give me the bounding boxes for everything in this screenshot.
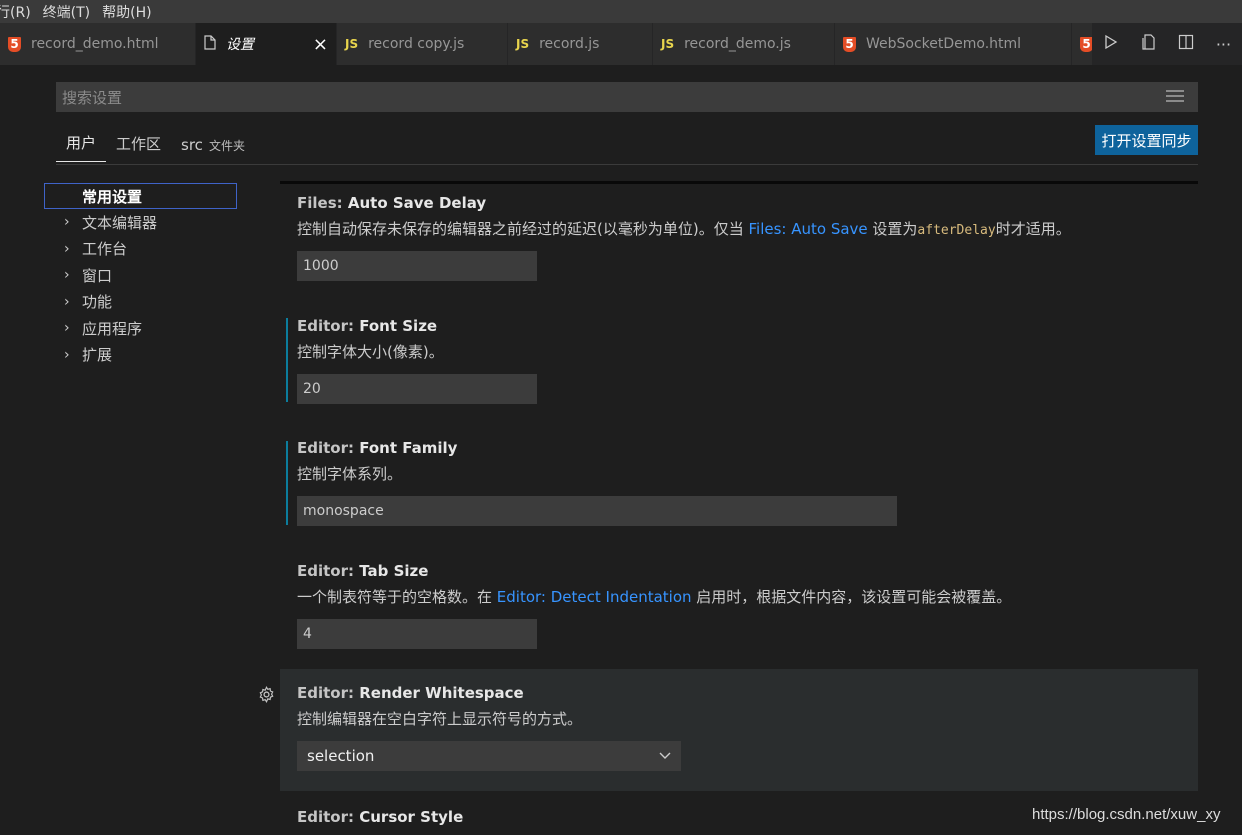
tab-label: 设置 [226,37,254,53]
modified-indicator [286,318,288,402]
file-icon [204,35,216,53]
font-family-input[interactable]: monospace [297,496,897,526]
js-icon: JS [345,37,359,51]
setting-description: 控制自动保存未保存的编辑器之前经过的延迟(以毫秒为单位)。仅当 Files: A… [297,220,1071,238]
setting-title: Editor: Font Size [297,317,438,335]
toc-label: 功能 [82,293,113,312]
html5-icon: 5 [8,36,21,52]
settings-toc: 常用设置 › 文本编辑器 › 工作台 › 窗口 › 功能 › 应用程序 › 扩展 [44,183,237,368]
search-placeholder: 搜索设置 [62,88,123,107]
editor-tab-bar: 5 record_demo.html 设置 × JS record copy.j… [0,23,1242,65]
setting-link[interactable]: Files: Auto Save [748,220,867,238]
toc-item-workbench[interactable]: › 工作台 [44,236,237,263]
toc-item-common[interactable]: 常用设置 [44,183,237,209]
folder-suffix: 文件夹 [208,139,245,153]
setting-auto-save-delay: Files: Auto Save Delay 控制自动保存未保存的编辑器之前经过… [297,194,1071,281]
setting-description: 一个制表符等于的空格数。在 Editor: Detect Indentation… [297,588,1012,606]
gear-icon[interactable] [258,686,275,707]
chevron-right-icon: › [64,293,70,310]
editor-actions: ··· [1092,23,1242,65]
toc-item-application[interactable]: › 应用程序 [44,315,237,342]
tab-label: record_demo.html [31,36,159,52]
tab-record-js[interactable]: JS record.js [508,23,653,65]
render-whitespace-select[interactable]: selection [297,741,681,771]
toc-label: 窗口 [82,266,113,285]
divider [56,164,1198,165]
tab-record-demo-js[interactable]: JS record_demo.js [653,23,835,65]
setting-font-family: Editor: Font Family 控制字体系列。 monospace [297,439,897,526]
toc-item-extensions[interactable]: › 扩展 [44,342,237,369]
settings-scope-tabs: 用户 工作区 src 文件夹 [56,126,255,162]
html5-icon: 5 [843,36,856,52]
chevron-right-icon: › [64,320,70,337]
setting-title: Files: Auto Save Delay [297,194,487,212]
toc-label: 工作台 [82,240,128,259]
toc-label: 文本编辑器 [82,213,158,232]
open-changes-icon[interactable] [1141,34,1157,54]
setting-title: Editor: Cursor Style [297,808,464,826]
close-icon[interactable]: × [313,34,328,55]
setting-tab-size: Editor: Tab Size 一个制表符等于的空格数。在 Editor: D… [297,562,1011,649]
chevron-right-icon: › [64,267,70,284]
tab-label: record_demo.js [684,36,791,52]
js-icon: JS [516,37,530,51]
tab-label: WebSocketDemo.html [866,36,1022,52]
tab-workspace[interactable]: 工作区 [106,127,171,162]
setting-font-size: Editor: Font Size 控制字体大小(像素)。 20 [297,317,537,404]
watermark: https://blog.csdn.net/xuw_xy [1032,806,1221,823]
chevron-right-icon: › [64,240,70,257]
setting-title: Editor: Render Whitespace [297,684,524,702]
tab-websocketdemo-html[interactable]: 5 WebSocketDemo.html [835,23,1072,65]
setting-description: 控制字体系列。 [297,465,403,483]
setting-cursor-style: Editor: Cursor Style [297,808,463,826]
menu-run[interactable]: 行(R) [0,2,31,22]
tab-label: record.js [539,36,600,52]
chevron-down-icon [659,749,671,763]
split-editor-icon[interactable] [1178,34,1194,54]
list-top-shadow [280,181,1198,184]
modified-indicator [286,441,288,525]
setting-description: 控制编辑器在空白字符上显示符号的方式。 [297,710,583,728]
toc-item-window[interactable]: › 窗口 [44,262,237,289]
setting-title: Editor: Tab Size [297,562,429,580]
toc-label: 应用程序 [82,319,143,338]
setting-description: 控制字体大小(像素)。 [297,343,444,361]
menu-help[interactable]: 帮助(H) [102,2,151,22]
js-icon: JS [661,37,675,51]
font-size-input[interactable]: 20 [297,374,537,404]
tab-settings[interactable]: 设置 × [196,23,337,65]
tab-size-input[interactable]: 4 [297,619,537,649]
chevron-right-icon: › [64,214,70,231]
tab-record-demo-html[interactable]: 5 record_demo.html [0,23,196,65]
run-icon[interactable] [1103,34,1119,54]
settings-search-input[interactable]: 搜索设置 [56,82,1198,112]
auto-save-delay-input[interactable]: 1000 [297,251,537,281]
menu-bar: 行(R) 终端(T) 帮助(H) [0,0,1242,23]
chevron-right-icon: › [64,346,70,363]
setting-title: Editor: Font Family [297,439,458,457]
select-value: selection [307,747,375,765]
settings-sync-button[interactable]: 打开设置同步 [1095,125,1198,155]
toc-item-features[interactable]: › 功能 [44,289,237,316]
tab-user[interactable]: 用户 [56,126,107,162]
tab-label: record copy.js [368,36,465,52]
setting-link[interactable]: Editor: Detect Indentation [497,588,692,606]
toc-label: 扩展 [82,346,113,365]
folder-name: src [181,136,203,154]
tab-folder[interactable]: src 文件夹 [171,130,255,162]
more-actions-icon[interactable]: ··· [1216,35,1231,54]
toc-item-text-editor[interactable]: › 文本编辑器 [44,209,237,236]
clear-filter-icon[interactable] [1166,90,1184,102]
tab-record-copy-js[interactable]: JS record copy.js [337,23,508,65]
setting-render-whitespace: Editor: Render Whitespace 控制编辑器在空白字符上显示符… [297,684,681,771]
menu-terminal[interactable]: 终端(T) [43,2,90,22]
